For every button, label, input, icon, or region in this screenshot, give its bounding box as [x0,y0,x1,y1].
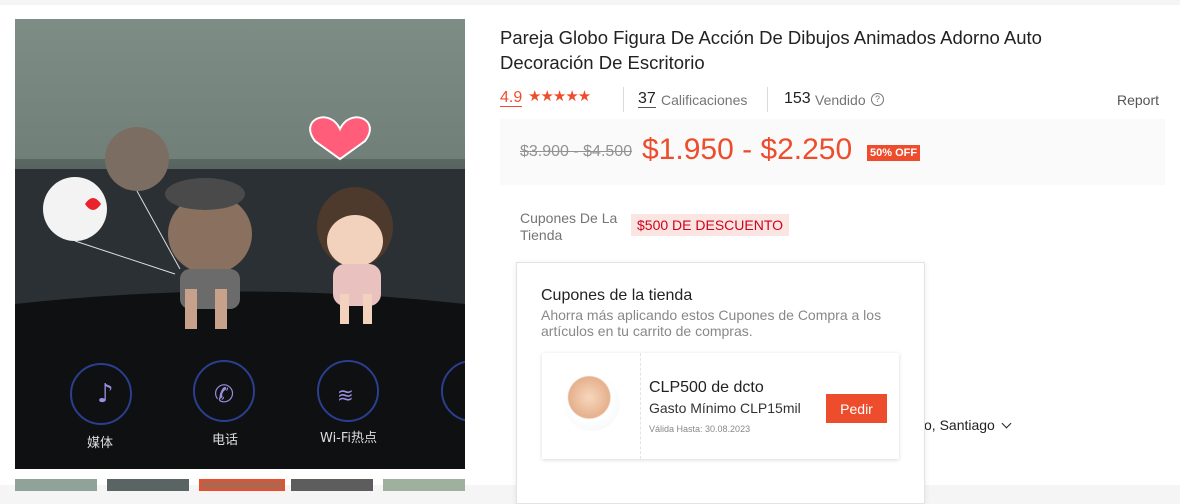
product-stats: 4.9 ★★★★★ 37 Calificaciones 153 Vendido … [500,84,1165,114]
sold-count: 153 [784,90,811,107]
popup-title: Cupones de la tienda [541,287,693,304]
voucher-valid-until: Válida Hasta: 30.08.2023 [649,424,751,434]
thumbnail[interactable] [107,479,189,491]
ratings-count[interactable]: 37 [638,90,656,108]
voucher-title: CLP500 de dcto [649,379,764,396]
store-coupons-label: Cupones De La Tienda [520,210,618,243]
rating-stars-icon: ★★★★★ [528,88,591,105]
chevron-down-icon [1001,418,1012,429]
thumbnail-selected[interactable] [199,479,285,491]
svg-text:✆: ✆ [214,380,234,408]
divider [767,87,768,112]
popup-subtitle: Ahorra más aplicando estos Cupones de Co… [541,307,882,339]
svg-text:♪: ♪ [97,379,114,409]
voucher-image-area [542,353,641,459]
sold-label: Vendido [815,92,866,108]
thumbnail[interactable] [15,479,97,491]
rating-value[interactable]: 4.9 [500,89,523,107]
divider [623,87,624,112]
thumbnail-strip [15,479,465,491]
report-link[interactable]: Report [1117,92,1159,108]
dashboard-label-media: 媒体 [87,436,113,451]
thumbnail[interactable] [291,479,373,491]
product-main-image[interactable]: ♪ ✆ ≋ 媒体 电话 Wi-Fi热点 [15,19,465,469]
shipping-location-text: o, Santiago [924,417,995,433]
current-price: $1.950 - $2.250 [642,133,853,166]
voucher-card: CLP500 de dcto Gasto Mínimo CLP15mil Vál… [542,353,899,459]
price-section: $3.900 - $4.500 $1.950 - $2.250 50% OFF [500,119,1165,185]
store-coupon-tag[interactable]: $500 DE DESCUENTO [631,214,790,236]
dashboard-label-phone: 电话 [212,433,238,448]
shipping-location[interactable]: o, Santiago [924,417,1012,433]
claim-voucher-button[interactable]: Pedir [826,394,887,423]
original-price: $3.900 - $4.500 [520,143,633,160]
help-icon[interactable]: ? [871,93,884,106]
voucher-min-spend: Gasto Mínimo CLP15mil [649,400,801,416]
discount-badge: 50% OFF [867,145,921,161]
thumbnail[interactable] [383,479,465,491]
shop-avatar [564,375,620,431]
store-coupons-popup: Cupones de la tienda Ahorra más aplicand… [516,262,925,504]
svg-text:≋: ≋ [337,383,354,407]
product-page: ♪ ✆ ≋ 媒体 电话 Wi-Fi热点 Pareja Globo Figura … [0,5,1180,504]
dashboard-label-wifi: Wi-Fi热点 [320,431,377,446]
ratings-label[interactable]: Calificaciones [661,92,747,108]
product-title: Pareja Globo Figura De Acción De Dibujos… [500,27,1042,73]
product-photo-illustration: ♪ ✆ ≋ 媒体 电话 Wi-Fi热点 [15,19,465,469]
